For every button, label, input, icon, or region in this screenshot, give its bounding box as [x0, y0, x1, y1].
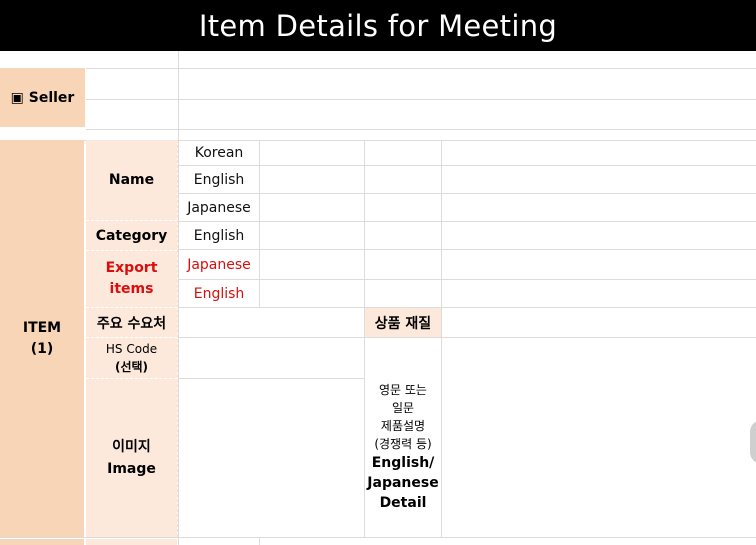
export-label-line2: items	[109, 281, 154, 297]
category-label: Category	[86, 220, 177, 250]
main-buyers-label: 주요 수요처	[86, 307, 177, 337]
image-label: 이미지 Image	[86, 378, 177, 537]
name-english-cell: English	[193, 171, 245, 188]
product-material-label: 상품 재질	[365, 308, 441, 337]
next-item-label-stub	[0, 539, 84, 545]
export-english-cell: English	[193, 285, 245, 302]
item-label-line2: (1)	[30, 340, 54, 357]
next-item-sublabel-stub	[86, 539, 177, 545]
label-divider	[177, 140, 178, 537]
detail-bold-line: Detail	[379, 494, 427, 511]
hs-code-label: HS Code (선택)	[86, 337, 177, 378]
item-label-line1: ITEM	[22, 319, 62, 336]
scroll-handle[interactable]	[750, 420, 756, 464]
export-japanese-cell: Japanese	[187, 256, 251, 273]
image-label-line1: 이미지	[112, 439, 151, 455]
detail-note-line: 일문	[391, 400, 415, 415]
detail-note: 영문 또는 일문 제품설명 (경쟁력 등) English/ Japanese …	[365, 338, 441, 537]
export-items-label: Export items	[86, 250, 177, 307]
name-korean-cell: Korean	[194, 145, 244, 161]
page-title: Item Details for Meeting	[0, 0, 756, 51]
hs-label-line2: (선택)	[114, 360, 149, 374]
export-label-line1: Export	[105, 260, 158, 276]
name-label: Name	[86, 140, 177, 220]
item-label: ITEM (1)	[0, 140, 84, 537]
hs-label-line1: HS Code	[105, 342, 158, 356]
seller-label: ▣ Seller	[0, 68, 85, 127]
detail-note-line: 제품설명	[380, 418, 426, 433]
category-english-cell: English	[193, 227, 245, 244]
detail-bold-line: Japanese	[367, 474, 439, 491]
detail-note-line: (경쟁력 등)	[374, 436, 432, 451]
image-label-line2: Image	[107, 461, 156, 477]
name-japanese-cell: Japanese	[187, 199, 251, 216]
detail-note-line: 영문 또는	[379, 382, 427, 397]
detail-bold-line: English/	[371, 454, 435, 471]
